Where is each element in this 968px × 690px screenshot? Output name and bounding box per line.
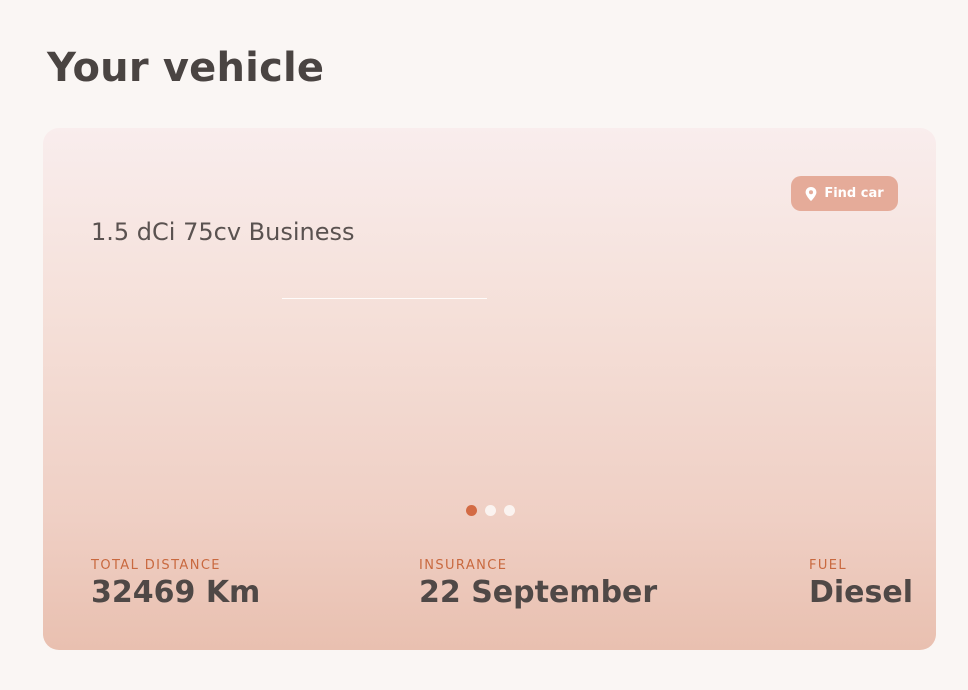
find-car-label: Find car bbox=[824, 186, 884, 201]
vehicle-card: Find car 1.5 dCi 75cv Business TOTAL DIS… bbox=[43, 128, 936, 650]
map-pin-icon bbox=[805, 186, 817, 201]
stat-value: Diesel bbox=[809, 575, 914, 610]
stat-label: INSURANCE bbox=[419, 558, 508, 573]
stat-insurance: INSURANCE 22 September bbox=[419, 558, 657, 612]
stat-value: 22 September bbox=[419, 575, 658, 610]
vehicle-page: Your vehicle Find car 1.5 dCi 75cv Busin… bbox=[0, 0, 968, 690]
vehicle-model: 1.5 dCi 75cv Business bbox=[91, 218, 355, 246]
page-title: Your vehicle bbox=[47, 45, 325, 91]
stat-label: TOTAL DISTANCE bbox=[91, 558, 221, 573]
find-car-button[interactable]: Find car bbox=[791, 176, 898, 211]
carousel-indicator bbox=[466, 505, 515, 516]
stat-total-distance: TOTAL DISTANCE 32469 Km bbox=[91, 558, 260, 612]
carousel-dot-3[interactable] bbox=[504, 505, 515, 516]
stat-value: 32469 Km bbox=[91, 575, 261, 610]
carousel-dot-1[interactable] bbox=[466, 505, 477, 516]
divider bbox=[282, 298, 487, 299]
carousel-dot-2[interactable] bbox=[485, 505, 496, 516]
stat-label: FUEL bbox=[809, 558, 848, 573]
stat-fuel: FUEL Diesel bbox=[809, 558, 913, 612]
